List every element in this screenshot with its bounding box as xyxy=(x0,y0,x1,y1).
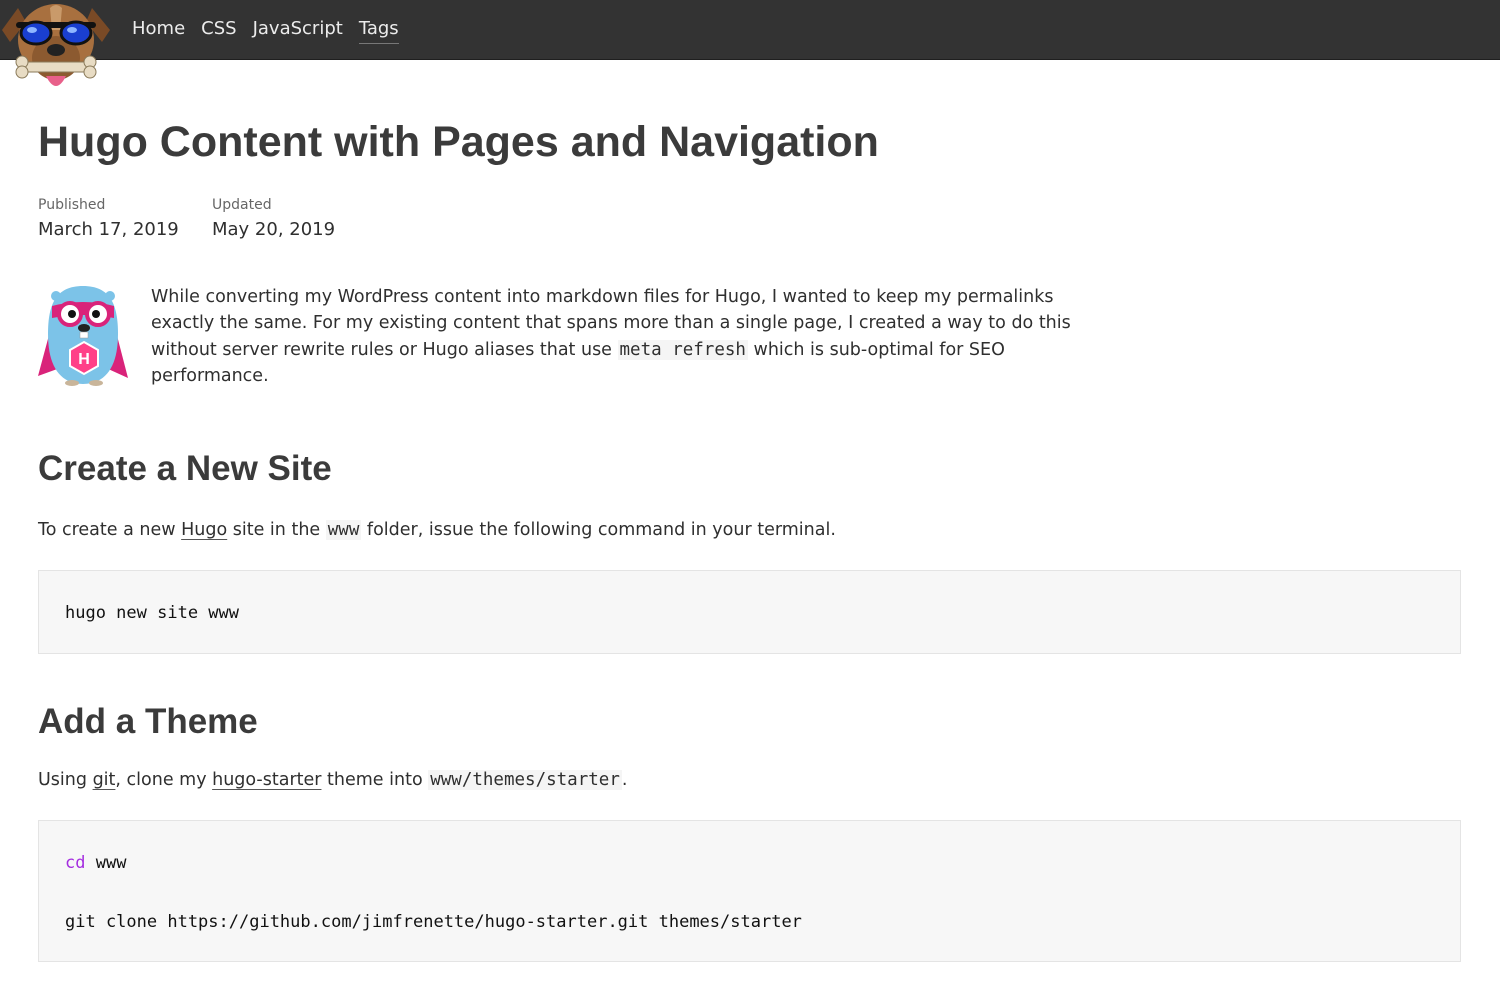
code-line-clone: git clone https://github.com/jimfrenette… xyxy=(65,912,802,932)
hugo-link[interactable]: Hugo xyxy=(181,520,227,540)
code-block-new-site[interactable]: hugo new site www xyxy=(38,570,1461,654)
published-meta: Published March 17, 2019 xyxy=(38,195,179,243)
updated-label: Updated xyxy=(212,197,272,213)
published-date: March 17, 2019 xyxy=(38,219,179,240)
nav-css-link[interactable]: CSS xyxy=(201,17,236,44)
heading-add-a-theme: Add a Theme xyxy=(38,702,258,741)
add-theme-text-4: . xyxy=(621,770,628,790)
add-theme-text-1: Using xyxy=(38,770,93,790)
svg-text:H: H xyxy=(78,351,90,368)
nav-home-link[interactable]: Home xyxy=(132,17,185,44)
www-inline-code: www xyxy=(325,520,362,540)
code-block-clone-theme[interactable]: cd www git clone https://github.com/jimfr… xyxy=(38,820,1461,962)
themes-path-inline-code: www/themes/starter xyxy=(428,770,622,790)
hugo-gopher-icon: H xyxy=(38,286,128,386)
code-line-cd: cd www xyxy=(65,851,1460,910)
heading-create-new-site: Create a New Site xyxy=(38,449,332,488)
add-theme-text-3: theme into xyxy=(321,770,429,790)
intro-paragraph: While converting my WordPress content in… xyxy=(151,284,1071,389)
published-label: Published xyxy=(38,197,106,213)
code-keyword-cd: cd xyxy=(65,853,86,873)
add-theme-paragraph: Using git, clone my hugo-starter theme i… xyxy=(38,767,627,793)
main-nav: Home CSS JavaScript Tags xyxy=(132,17,399,44)
nav-tags-link[interactable]: Tags xyxy=(358,17,399,44)
hugo-starter-link[interactable]: hugo-starter xyxy=(212,770,321,790)
create-site-paragraph: To create a new Hugo site in the www fol… xyxy=(38,517,836,543)
create-site-text-1: To create a new xyxy=(38,520,182,540)
top-nav-bar: Home CSS JavaScript Tags xyxy=(0,0,1500,60)
updated-date: May 20, 2019 xyxy=(212,219,336,240)
git-link[interactable]: git xyxy=(93,770,116,790)
create-site-text-2: site in the xyxy=(227,520,326,540)
add-theme-text-2: , clone my xyxy=(115,770,213,790)
code-line: hugo new site www xyxy=(65,603,239,623)
code-cd-arg: www xyxy=(85,853,127,873)
dog-logo-icon[interactable] xyxy=(0,0,112,96)
page-title: Hugo Content with Pages and Navigation xyxy=(38,118,879,166)
intro-code-meta-refresh: meta refresh xyxy=(617,339,748,360)
updated-meta: Updated May 20, 2019 xyxy=(212,195,335,243)
create-site-text-3: folder, issue the following command in y… xyxy=(361,520,836,540)
nav-javascript-link[interactable]: JavaScript xyxy=(253,17,343,44)
